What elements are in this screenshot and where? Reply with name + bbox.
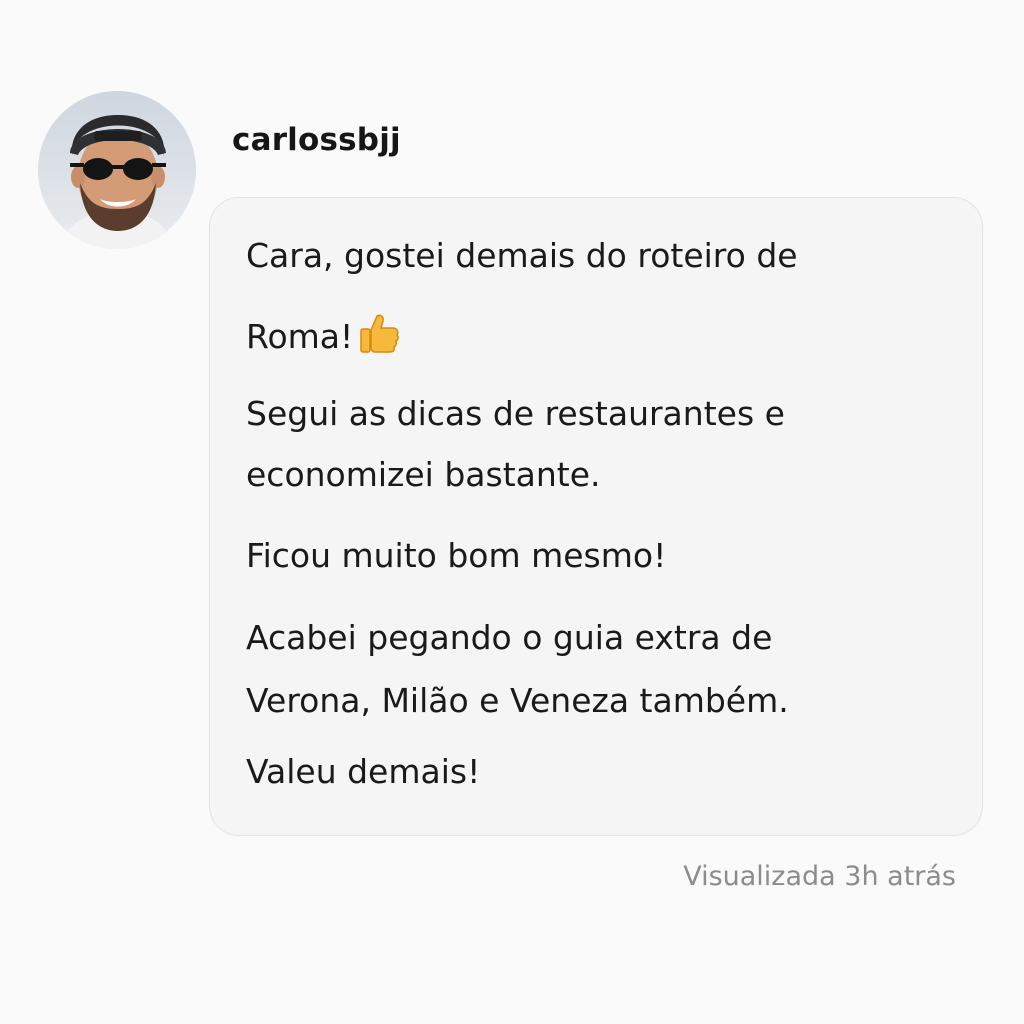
username[interactable]: carlossbjj xyxy=(232,122,401,158)
message-line: Acabei pegando o guia extra de xyxy=(246,618,773,657)
message-line: Verona, Milão e Veneza também. xyxy=(246,681,789,720)
thumbs-up-icon xyxy=(357,310,401,359)
message-line: Cara, gostei demais do roteiro de xyxy=(246,236,798,275)
seen-status: Visualizada 3h atrás xyxy=(683,861,956,892)
message-line: Ficou muito bom mesmo! xyxy=(246,536,667,575)
message-line-with-emoji: Roma! xyxy=(246,310,401,359)
avatar[interactable] xyxy=(38,91,196,249)
message-bubble xyxy=(209,197,983,836)
message-line-text: Roma! xyxy=(246,317,354,356)
avatar-photo xyxy=(38,91,196,249)
message-line: Segui as dicas de restaurantes e xyxy=(246,394,785,433)
message-line: Valeu demais! xyxy=(246,752,481,791)
message-line: economizei bastante. xyxy=(246,455,601,494)
